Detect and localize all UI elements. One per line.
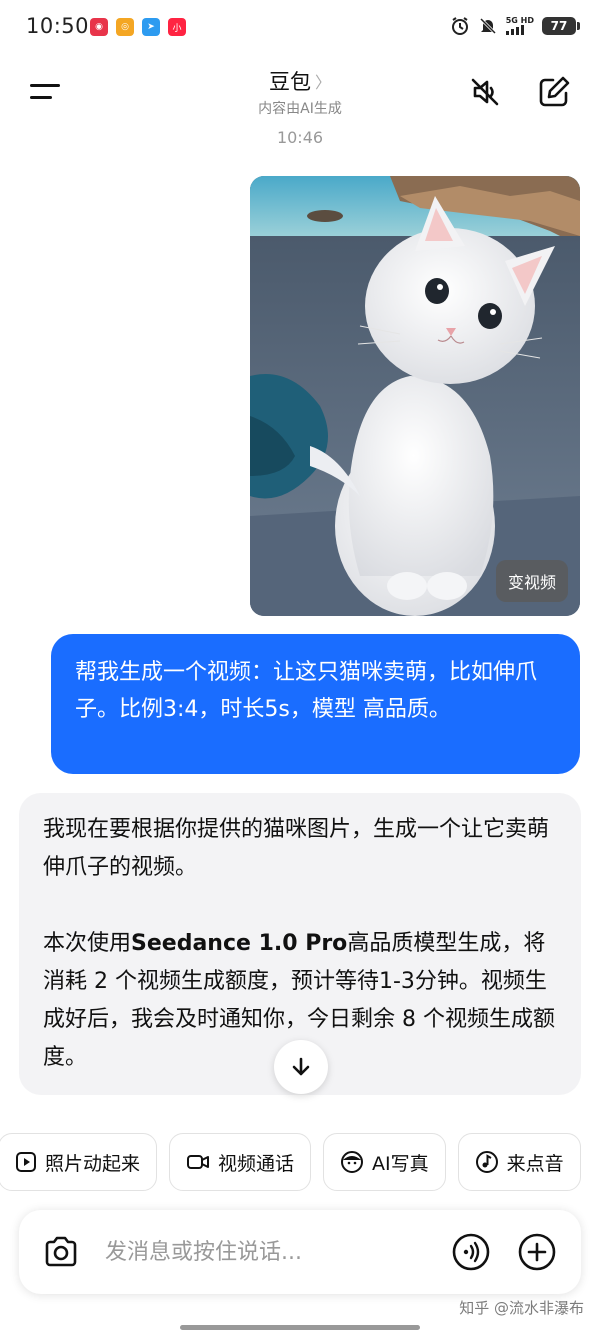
scroll-to-bottom-button[interactable] (274, 1040, 328, 1094)
home-indicator[interactable] (180, 1325, 420, 1330)
quick-action-music[interactable]: 来点音 (457, 1133, 581, 1191)
alarm-icon (451, 17, 468, 35)
model-name: Seedance 1.0 Pro (131, 931, 348, 956)
network-indicator: 5G HD (505, 17, 534, 35)
xiaohongshu-icon: 小 (168, 18, 186, 36)
status-time: 10:50 (26, 14, 90, 38)
system-icons: 5G HD 77 (450, 16, 580, 36)
chat-title-area[interactable]: 豆包 〉 内容由AI生成 (0, 66, 600, 118)
quick-action-animate-photo[interactable]: 照片动起来 (0, 1133, 158, 1191)
user-message-text: 帮我生成一个视频：让这只猫咪卖萌，比如伸爪子。比例3:4，时长5s，模型 高品质… (75, 660, 538, 722)
face-icon (341, 1151, 364, 1173)
chat-subtitle: 内容由AI生成 (258, 101, 342, 117)
camera-icon[interactable] (41, 1232, 81, 1272)
quick-actions-row: 照片动起来 视频通话 AI写真 来点音 (0, 1133, 581, 1191)
user-message-bubble[interactable]: 帮我生成一个视频：让这只猫咪卖萌，比如伸爪子。比例3:4，时长5s，模型 高品质… (51, 634, 580, 774)
video-camera-icon (187, 1155, 210, 1169)
voice-call-icon[interactable] (451, 1232, 491, 1272)
watermark: 知乎 @流水非瀑布 (459, 1299, 584, 1317)
arrow-down-icon (292, 1057, 310, 1076)
chevron-right-icon: 〉 (314, 73, 331, 92)
plus-icon[interactable] (517, 1232, 557, 1272)
fox-app-icon: ◉ (90, 18, 108, 36)
cat-photo (250, 176, 580, 616)
quick-action-video-call[interactable]: 视频通话 (169, 1133, 312, 1191)
dnd-bell-icon (479, 17, 496, 35)
message-input-bar[interactable]: 发消息或按住说话... (19, 1210, 581, 1294)
shared-cat-image[interactable]: 变视频 (250, 176, 580, 616)
quick-action-ai-portrait[interactable]: AI写真 (323, 1133, 446, 1191)
battery-icon: 77 (542, 17, 580, 35)
play-square-icon (16, 1152, 36, 1172)
speaker-muted-icon[interactable] (467, 74, 503, 110)
chat-header: 豆包 〉 内容由AI生成 (0, 56, 600, 132)
send-app-icon: ➤ (142, 18, 160, 36)
status-bar: 10:50 ◉ ◎ ➤ 小 5G HD 77 (0, 0, 600, 56)
time-divider: 10:46 (276, 131, 324, 147)
notification-icons: ◉ ◎ ➤ 小 (90, 18, 186, 36)
chat-title: 豆包 (268, 70, 311, 94)
message-input[interactable]: 发消息或按住说话... (105, 1234, 302, 1266)
convert-to-video-button[interactable]: 变视频 (495, 560, 568, 602)
weibo-icon: ◎ (116, 18, 134, 36)
new-chat-icon[interactable] (536, 74, 572, 110)
music-note-icon (475, 1151, 498, 1173)
assistant-paragraph-1: 我现在要根据你提供的猫咪图片，生成一个让它卖萌伸爪子的视频。 (43, 817, 550, 880)
signal-icon (505, 25, 524, 35)
